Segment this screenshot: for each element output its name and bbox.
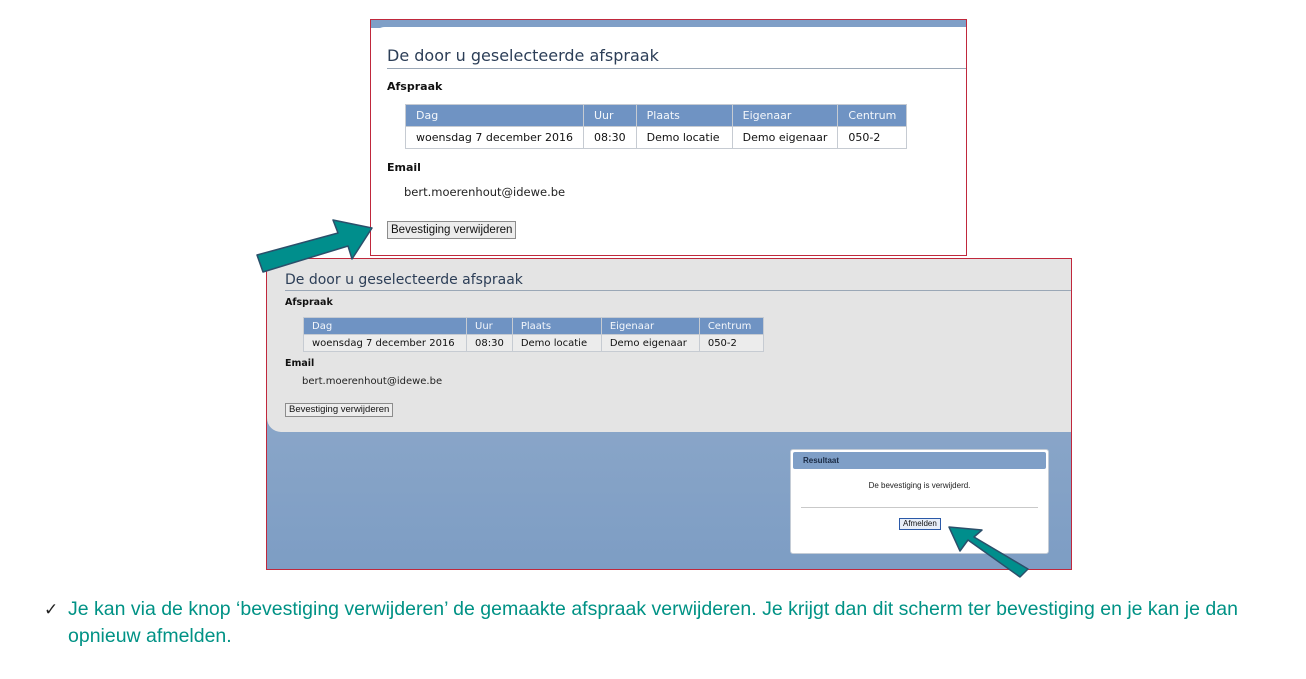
arrow-to-logout-button-icon bbox=[948, 526, 1029, 578]
arrow-to-delete-button-icon bbox=[256, 219, 373, 273]
annotation-arrows bbox=[256, 219, 1029, 578]
instruction-text: Je kan via de knop ‘bevestiging verwijde… bbox=[68, 598, 1238, 647]
check-icon: ✓ bbox=[44, 600, 59, 619]
